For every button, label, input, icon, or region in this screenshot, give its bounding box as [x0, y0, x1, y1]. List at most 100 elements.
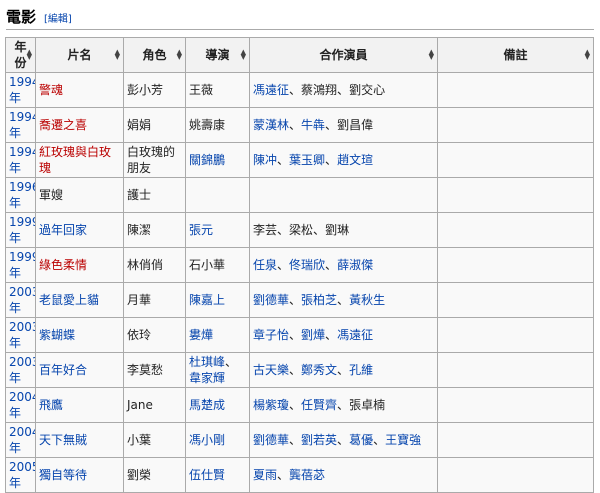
year-link[interactable]: 1999年 [9, 215, 35, 245]
separator: 、 [337, 293, 350, 307]
plain-text: 軍嫂 [39, 188, 64, 202]
wiki-link[interactable]: 伍仕賢 [189, 468, 225, 482]
year-link[interactable]: 2004年 [9, 390, 35, 420]
wiki-link[interactable]: 王寶強 [385, 433, 421, 447]
wiki-link[interactable]: 劉燁 [301, 328, 325, 342]
column-header-role[interactable]: 角色 ▲ ▼ [123, 37, 186, 73]
wiki-link[interactable]: 孔維 [349, 363, 373, 377]
wiki-link[interactable]: 龔蓓苾 [289, 468, 325, 482]
separator: 、 [325, 258, 338, 272]
column-header-year[interactable]: 年份 ▲ ▼ [5, 37, 36, 73]
year-link[interactable]: 2003年 [9, 320, 35, 350]
table-row: 1999年過年回家陳潔張元李芸、梁松、劉琳 [5, 212, 594, 248]
wiki-link[interactable]: 牛犇 [301, 118, 325, 132]
wiki-link[interactable]: 關錦鵬 [189, 153, 225, 167]
column-header-notes[interactable]: 備註 ▲ ▼ [437, 37, 594, 73]
wiki-link[interactable]: 韋家輝 [189, 371, 225, 385]
role-text: 林俏俏 [127, 258, 164, 272]
edit-link-label[interactable]: 編輯 [48, 14, 68, 25]
cell-film-title: 老鼠愛上貓 [35, 282, 124, 318]
year-link[interactable]: 2003年 [9, 355, 35, 385]
cell-costars: 章子怡、劉燁、馮遠征 [249, 317, 438, 353]
cell-notes [437, 247, 594, 283]
wiki-link[interactable]: 警魂 [39, 83, 63, 97]
wiki-link[interactable]: 老鼠愛上貓 [39, 293, 99, 307]
year-link[interactable]: 1994年 [9, 145, 35, 175]
wiki-link[interactable]: 鄭秀文 [301, 363, 337, 377]
sort-icon[interactable]: ▲ ▼ [585, 49, 590, 61]
wiki-link[interactable]: 馮小剛 [189, 433, 225, 447]
wiki-link[interactable]: 綠色柔情 [39, 258, 87, 272]
table-row: 2003年紫蝴蝶依玲婁燁章子怡、劉燁、馮遠征 [5, 317, 594, 353]
sort-icon[interactable]: ▲ ▼ [115, 49, 120, 61]
wiki-link[interactable]: 任賢齊 [301, 398, 337, 412]
cell-year: 2003年 [5, 352, 36, 388]
wiki-link[interactable]: 劉德華 [253, 293, 289, 307]
wiki-link[interactable]: 馮遠征 [253, 83, 289, 97]
role-text: 娟娟 [127, 118, 152, 132]
wiki-link[interactable]: 陳嘉上 [189, 293, 225, 307]
separator: 、 [325, 153, 338, 167]
wiki-link[interactable]: 馮遠征 [337, 328, 373, 342]
wiki-link[interactable]: 葛優 [349, 433, 373, 447]
wiki-link[interactable]: 薛淑傑 [337, 258, 373, 272]
cell-role: 依玲 [123, 317, 186, 353]
wiki-link[interactable]: 章子怡 [253, 328, 289, 342]
wiki-link[interactable]: 任泉 [253, 258, 277, 272]
wiki-link[interactable]: 獨自等待 [39, 468, 87, 482]
wiki-link[interactable]: 飛鷹 [39, 398, 63, 412]
column-header-director[interactable]: 導演 ▲ ▼ [185, 37, 250, 73]
sort-icon[interactable]: ▲ ▼ [429, 49, 434, 61]
year-link[interactable]: 2004年 [9, 425, 35, 455]
cell-film-title: 飛鷹 [35, 387, 124, 423]
wiki-link[interactable]: 張元 [189, 223, 213, 237]
wiki-link[interactable]: 劉德華 [253, 433, 289, 447]
wiki-link[interactable]: 楊紫瓊 [253, 398, 289, 412]
wiki-link[interactable]: 百年好合 [39, 363, 87, 377]
cell-role: 護士 [123, 177, 186, 213]
year-link[interactable]: 1996年 [9, 180, 35, 210]
wiki-link[interactable]: 古天樂 [253, 363, 289, 377]
wiki-link[interactable]: 馬楚成 [189, 398, 225, 412]
separator: 、 [289, 293, 302, 307]
year-link[interactable]: 1994年 [9, 110, 35, 140]
cell-year: 1994年 [5, 142, 36, 178]
wiki-link[interactable]: 葉玉卿 [289, 153, 325, 167]
wiki-link[interactable]: 夏雨 [253, 468, 277, 482]
wiki-link[interactable]: 過年回家 [39, 223, 87, 237]
cell-director: 關錦鵬 [185, 142, 250, 178]
wiki-link[interactable]: 張柏芝 [301, 293, 337, 307]
wiki-link[interactable]: 紅玫瑰與白玫瑰 [39, 145, 111, 175]
wiki-link[interactable]: 陳冲 [253, 153, 277, 167]
role-text: 彭小芳 [127, 83, 164, 97]
sort-icon[interactable]: ▲ ▼ [27, 49, 32, 61]
table-row: 1994年紅玫瑰與白玫瑰白玫瑰的朋友關錦鵬陳冲、葉玉卿、趙文瑄 [5, 142, 594, 178]
cell-costars: 古天樂、鄭秀文、孔維 [249, 352, 438, 388]
year-link[interactable]: 2005年 [9, 460, 35, 490]
separator: 、 [277, 153, 290, 167]
cell-director: 石小華 [185, 247, 250, 283]
wiki-link[interactable]: 趙文瑄 [337, 153, 373, 167]
table-row: 2003年老鼠愛上貓月華陳嘉上劉德華、張柏芝、黃秋生 [5, 282, 594, 318]
column-header-costars[interactable]: 合作演員 ▲ ▼ [249, 37, 438, 73]
wiki-link[interactable]: 紫蝴蝶 [39, 328, 75, 342]
wiki-link[interactable]: 天下無賊 [39, 433, 87, 447]
sort-icon[interactable]: ▲ ▼ [241, 49, 246, 61]
wiki-link[interactable]: 喬遷之喜 [39, 118, 87, 132]
year-link[interactable]: 1999年 [9, 250, 35, 280]
wiki-link[interactable]: 婁燁 [189, 328, 213, 342]
edit-link[interactable]: [編輯] [44, 10, 72, 25]
wiki-link[interactable]: 杜琪峰 [189, 355, 225, 369]
wiki-link[interactable]: 黃秋生 [349, 293, 385, 307]
wiki-link[interactable]: 劉若英 [301, 433, 337, 447]
role-text: 陳潔 [127, 223, 152, 237]
year-link[interactable]: 1994年 [9, 75, 35, 105]
wiki-link[interactable]: 佟瑞欣 [289, 258, 325, 272]
cell-director: 王薇 [185, 72, 250, 108]
column-header-label: 導演 [205, 48, 230, 62]
wiki-link[interactable]: 蒙漢林 [253, 118, 289, 132]
column-header-title[interactable]: 片名 ▲ ▼ [35, 37, 124, 73]
sort-icon[interactable]: ▲ ▼ [177, 49, 182, 61]
separator: 、 [325, 328, 338, 342]
year-link[interactable]: 2003年 [9, 285, 35, 315]
